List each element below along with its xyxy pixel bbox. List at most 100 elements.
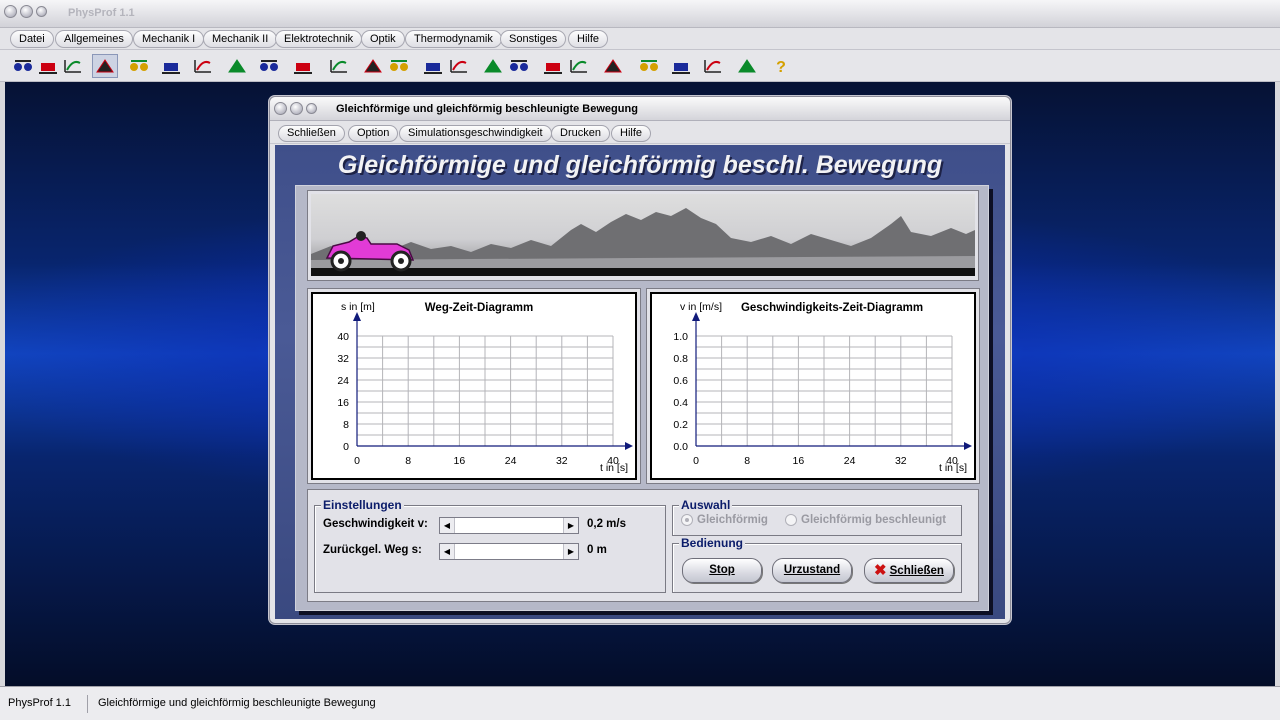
scale-balance-icon[interactable] (480, 54, 506, 78)
chart-grid (356, 335, 614, 447)
y-tick-label: 0.0 (673, 441, 688, 453)
eye-lens-icon[interactable] (224, 54, 250, 78)
lever-icon[interactable] (636, 54, 662, 78)
wave-icon[interactable] (290, 54, 316, 78)
chart-title: Weg-Zeit-Diagramm (425, 302, 533, 314)
status-app-name: PhysProf 1.1 (0, 695, 88, 713)
x-tick-label: 16 (793, 455, 805, 467)
stop-button[interactable]: Stop (682, 558, 762, 583)
speed-scrollbar[interactable]: ◀ ▶ (439, 517, 579, 534)
magnet-field-icon[interactable] (506, 54, 532, 78)
radio-beschleunigt[interactable]: Gleichförmig beschleunigt (785, 514, 946, 526)
status-message: Gleichförmige und gleichförmig beschleun… (98, 697, 376, 709)
close-window-icon[interactable] (4, 5, 17, 18)
window-title-bar[interactable]: Gleichförmige und gleichförmig beschleun… (270, 97, 1010, 121)
menu-sonstiges[interactable]: Sonstiges (500, 30, 567, 48)
geschwindigkeit-zeit-svg: 0 8 16 24 32 400.00.20.40.60.81.0v in [m/s]t … (673, 301, 972, 474)
scroll-right-icon[interactable]: ▶ (563, 544, 578, 559)
exchange-arrows-icon[interactable] (60, 54, 86, 78)
app-title-bar: PhysProf 1.1 (0, 0, 1280, 28)
controls-frame: Einstellungen Geschwindigkeit v: ◀ ▶ 0,2… (307, 489, 979, 602)
menu-allgemeines[interactable]: Allgemeines (55, 30, 133, 48)
radio-gleichfoermig[interactable]: Gleichförmig (681, 514, 768, 526)
y-tick-label: 0.2 (673, 419, 688, 431)
maximize-window-icon[interactable] (36, 6, 47, 17)
spring-balance-icon[interactable] (126, 54, 152, 78)
window-menubar: Schließen Option Simulationsgeschwindigk… (270, 122, 1010, 144)
x-tick-label: 8 (744, 455, 750, 467)
urzustand-button[interactable]: Urzustand (772, 558, 852, 583)
y-tick-label: 24 (337, 375, 349, 387)
app-menubar: Datei Allgemeines Mechanik I Mechanik II… (0, 28, 1280, 50)
y-axis-arrow-icon (692, 312, 700, 321)
x-axis-arrow-icon (964, 442, 972, 450)
minimize-window-icon[interactable] (20, 5, 33, 18)
dots-grid-icon[interactable] (256, 54, 282, 78)
distribution-curve-icon[interactable] (700, 54, 726, 78)
window-menu-schliessen[interactable]: Schließen (278, 125, 345, 142)
window-close-icon[interactable] (274, 102, 287, 115)
y-axis-label: v in [m/s] (680, 301, 722, 313)
scroll-left-icon[interactable]: ◀ (440, 544, 455, 559)
menu-optik[interactable]: Optik (361, 30, 405, 48)
window-menu-drucken[interactable]: Drucken (551, 125, 610, 142)
window-menu-simulationsgeschwindigkeit[interactable]: Simulationsgeschwindigkeit (399, 125, 552, 142)
weg-zeit-svg: 0 8 16 24 32 400816243240s in [m]t in [s]Weg-… (337, 301, 633, 474)
graph-axes-icon[interactable] (190, 54, 216, 78)
einstellungen-label: Einstellungen (321, 498, 404, 512)
menu-thermodynamik[interactable]: Thermodynamik (405, 30, 502, 48)
heater-icon[interactable] (360, 54, 386, 78)
page-title: Gleichförmige und gleichförmig beschl. B… (337, 151, 943, 179)
weg-zeit-chart-frame: 0 8 16 24 32 40 0 8 16 24 32 40 s in [m] t in [s] Weg-… (307, 288, 641, 484)
speed-label: Geschwindigkeit v: (323, 518, 428, 530)
window-menu-hilfe[interactable]: Hilfe (611, 125, 652, 142)
slope-ramp-icon[interactable] (158, 54, 184, 78)
x-tick-label: 0 (693, 455, 699, 467)
chart-title: Geschwindigkeits-Zeit-Diagramm (741, 302, 923, 314)
x-axis-label: t in [s] (939, 462, 967, 474)
area-curve-icon[interactable] (734, 54, 760, 78)
camera-icon[interactable] (566, 54, 592, 78)
person-icon[interactable] (540, 54, 566, 78)
window-maximize-icon[interactable] (306, 103, 317, 114)
x-tick-label: 32 (556, 455, 568, 467)
y-axis-label: s in [m] (341, 301, 375, 313)
rotate-tool-icon[interactable] (386, 54, 412, 78)
menu-hilfe[interactable]: Hilfe (568, 30, 609, 48)
radio-indicator[interactable] (785, 514, 797, 526)
collision-icon[interactable] (10, 54, 36, 78)
close-button[interactable]: ✖ Schließen (864, 558, 954, 583)
vertical-measure-icon[interactable] (420, 54, 446, 78)
menu-datei[interactable]: Datei (10, 30, 54, 48)
window-minimize-icon[interactable] (290, 102, 303, 115)
help-question-icon[interactable]: ? (768, 54, 794, 78)
y-tick-label: 0.8 (673, 353, 688, 365)
bedienung-label: Bedienung (679, 536, 745, 550)
y-tick-label: 40 (337, 331, 349, 343)
pendulum-icon[interactable] (326, 54, 352, 78)
auswahl-group: Auswahl Gleichförmig Gleichförmig beschl… (672, 498, 962, 536)
pump-icon[interactable] (600, 54, 626, 78)
geschwindigkeit-zeit-chart: 0 8 16 24 32 40 0.0 0.2 0.4 0.6 0.8 1.0 v in [m/s] t … (650, 292, 976, 480)
einstellungen-group: Einstellungen Geschwindigkeit v: ◀ ▶ 0,2… (314, 498, 666, 593)
window-menu-option[interactable]: Option (348, 125, 399, 142)
weight-cart-icon[interactable] (35, 54, 61, 78)
distance-scrollbar[interactable]: ◀ ▶ (439, 543, 579, 560)
y-tick-label: 16 (337, 397, 349, 409)
line-chart-icon[interactable] (446, 54, 472, 78)
scroll-right-icon[interactable]: ▶ (563, 518, 578, 533)
triangle-color-icon[interactable] (668, 54, 694, 78)
menu-elektrotechnik[interactable]: Elektrotechnik (275, 30, 363, 48)
chart-grid (695, 335, 953, 447)
y-tick-label: 32 (337, 353, 349, 365)
x-axis-arrow-icon (625, 442, 633, 450)
close-x-icon: ✖ (874, 562, 887, 579)
radio-indicator[interactable] (681, 514, 693, 526)
menu-mechanik-2[interactable]: Mechanik II (203, 30, 278, 48)
menu-mechanik-1[interactable]: Mechanik I (133, 30, 205, 48)
hill-icon[interactable] (92, 54, 118, 78)
animation-scene (311, 194, 975, 276)
race-car-icon (325, 231, 415, 272)
scroll-left-icon[interactable]: ◀ (440, 518, 455, 533)
svg-text:?: ? (776, 59, 786, 75)
